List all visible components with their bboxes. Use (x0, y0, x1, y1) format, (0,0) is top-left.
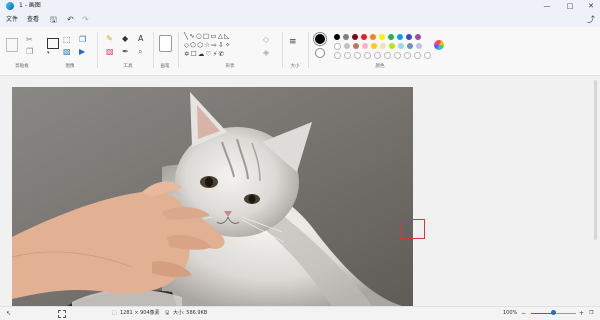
swatch[interactable] (389, 43, 395, 49)
outline-icon[interactable]: ◇ (263, 35, 269, 44)
swatch[interactable] (388, 34, 394, 40)
crop-icon[interactable]: ⬚ (63, 35, 71, 44)
file-size: 大小: 586.9KB (173, 310, 208, 316)
group-label-clipboard: 剪贴板 (15, 64, 29, 69)
group-label-image: 图像 (65, 64, 75, 69)
primary-color[interactable] (314, 33, 326, 45)
share-icon[interactable]: ⤴ (587, 14, 595, 25)
empty-swatch[interactable] (404, 52, 411, 59)
swatch[interactable] (334, 34, 340, 40)
color-picker-icon[interactable]: ✒ (122, 47, 129, 56)
magnifier-icon[interactable]: ⌕ (138, 47, 142, 56)
zoom-slider-fill (531, 313, 553, 314)
empty-swatch[interactable] (374, 52, 381, 59)
swatch[interactable] (407, 43, 413, 49)
swatch[interactable] (415, 34, 421, 40)
zoom-out-button[interactable]: − (521, 309, 526, 318)
minimize-button[interactable]: — (540, 0, 554, 12)
swatch[interactable] (362, 43, 368, 49)
swatch[interactable] (380, 43, 386, 49)
fill-shape-icon[interactable]: ◈ (263, 48, 269, 57)
zoom-level: 100% (503, 310, 518, 316)
menu-file[interactable]: 文件 (6, 15, 18, 24)
empty-swatch[interactable] (364, 52, 371, 59)
text-icon[interactable]: A (138, 34, 143, 43)
selection-size-icon (58, 310, 66, 318)
swatch[interactable] (379, 34, 385, 40)
group-label-colors: 颜色 (375, 64, 385, 69)
empty-swatch[interactable] (344, 52, 351, 59)
edit-colors-icon[interactable] (434, 40, 444, 50)
paste-icon[interactable] (6, 38, 18, 52)
zoom-slider-thumb[interactable] (551, 310, 556, 315)
undo-icon[interactable]: ↶ (67, 14, 74, 25)
swatch[interactable] (406, 34, 412, 40)
selection-rectangle[interactable] (401, 219, 425, 239)
zoom-in-button[interactable]: + (579, 309, 584, 318)
window-title: 1 - 画图 (19, 2, 41, 9)
paint-app-icon (6, 2, 14, 10)
group-label-size: 大小 (290, 64, 300, 69)
swatch[interactable] (361, 34, 367, 40)
swatch[interactable] (397, 34, 403, 40)
save-icon[interactable]: 🖫 (50, 14, 57, 25)
copy-icon[interactable]: ❐ (26, 47, 33, 56)
file-size-icon: 🖫 (165, 310, 170, 316)
vertical-scrollbar[interactable] (594, 80, 597, 240)
swatch[interactable] (398, 43, 404, 49)
swatch[interactable] (371, 43, 377, 49)
secondary-color[interactable] (315, 48, 325, 58)
group-label-shapes: 形状 (225, 64, 235, 69)
empty-swatch[interactable] (414, 52, 421, 59)
line-size-icon[interactable]: ≡ (289, 38, 297, 47)
image-dimensions: 1281 × 904像素 (120, 310, 160, 316)
redo-icon[interactable]: ↷ (82, 14, 89, 25)
select-icon[interactable] (47, 38, 59, 49)
close-button[interactable]: ✕ (584, 0, 598, 12)
empty-swatch[interactable] (424, 52, 431, 59)
color-row-1 (334, 34, 421, 40)
empty-swatch[interactable] (384, 52, 391, 59)
group-label-tools: 工具 (123, 64, 133, 69)
swatch[interactable] (344, 43, 350, 49)
empty-swatch[interactable] (334, 52, 341, 59)
rotate-icon[interactable]: ▶ (79, 47, 85, 56)
swatch[interactable] (352, 34, 358, 40)
group-label-brushes: 画笔 (160, 64, 170, 69)
pointer-icon: ↖ (6, 310, 12, 317)
swatch[interactable] (343, 34, 349, 40)
color-row-2 (334, 43, 422, 50)
ribbon: ✂ ❐ 剪贴板 ▾ ⬚ ❐ ▧ ▶ 图像 ✎ ◆ A ▧ ✒ ⌕ 工具 画笔 ╲… (0, 27, 600, 76)
shapes-gallery-icon[interactable]: ╲∿○□▭△◺ ◇⬠⬡☆⇨⇩✧ ✡☐☁♡⚡✆ (184, 32, 254, 59)
canvas-image[interactable] (12, 87, 413, 306)
brush-icon[interactable] (159, 35, 172, 52)
swatch[interactable] (416, 43, 422, 49)
empty-swatch[interactable] (394, 52, 401, 59)
swatch[interactable] (370, 34, 376, 40)
fill-icon[interactable]: ◆ (122, 34, 128, 43)
resize-icon[interactable]: ❐ (79, 35, 86, 44)
title-bar: 1 - 画图 — □ ✕ (0, 0, 600, 12)
image-icon[interactable]: ▧ (63, 47, 71, 56)
status-bar: ↖ ⬚ 1281 × 904像素 🖫 大小: 586.9KB 100% − + … (0, 306, 600, 320)
color-row-custom (334, 52, 431, 59)
fit-window-icon[interactable]: ❐ (589, 309, 593, 318)
eraser-icon[interactable]: ▧ (106, 47, 114, 56)
empty-swatch[interactable] (354, 52, 361, 59)
maximize-button[interactable]: □ (563, 0, 577, 12)
swatch[interactable] (334, 43, 341, 50)
menu-bar: 文件 查看 🖫 ↶ ↷ ⤴ (0, 12, 600, 27)
cut-icon[interactable]: ✂ (26, 35, 33, 44)
menu-view[interactable]: 查看 (27, 15, 39, 24)
swatch[interactable] (353, 43, 359, 49)
chevron-down-icon[interactable]: ▾ (47, 49, 50, 58)
pencil-icon[interactable]: ✎ (106, 34, 113, 43)
image-size-icon: ⬚ (112, 310, 117, 316)
